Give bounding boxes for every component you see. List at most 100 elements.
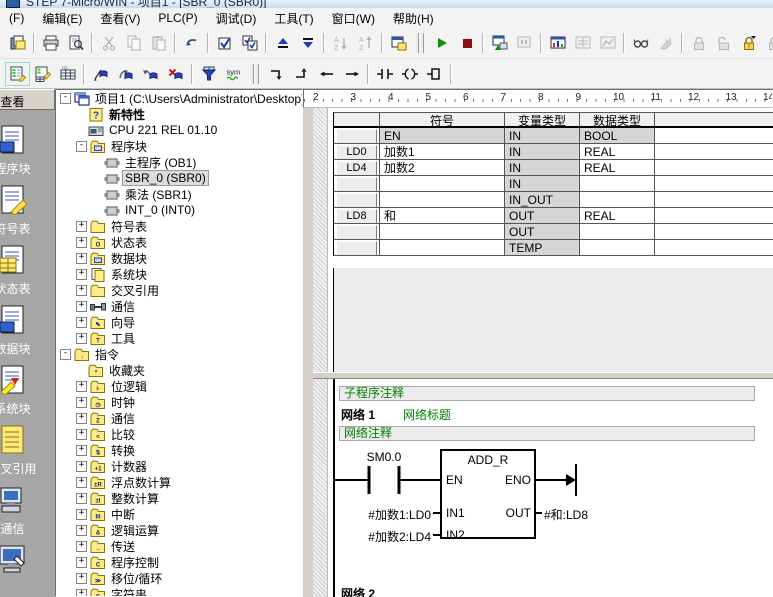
- symbol-cell[interactable]: 加数2: [380, 160, 505, 176]
- symbol-cell[interactable]: 加数1: [380, 144, 505, 160]
- navbar-item-程序块[interactable]: 程序块: [0, 124, 55, 177]
- tree-expand-plus[interactable]: +: [76, 589, 87, 597]
- pen-2-button[interactable]: [113, 62, 138, 86]
- tree-expand-plus[interactable]: +: [76, 413, 87, 424]
- subroutine-comment[interactable]: 子程序注释: [339, 386, 755, 401]
- symbol-cell[interactable]: [380, 176, 505, 192]
- in1-operand[interactable]: #加数1:LD0: [337, 506, 431, 523]
- tree-item-主程序[interactable]: 主程序 (OB1): [56, 154, 302, 170]
- data-type-cell[interactable]: [580, 240, 655, 256]
- cut-button[interactable]: [96, 31, 121, 55]
- out-operand[interactable]: #和:LD8: [544, 506, 588, 523]
- tree-item-新特性[interactable]: ?新特性: [56, 106, 302, 122]
- address-cell[interactable]: LD4: [336, 161, 377, 176]
- tree-item-工具[interactable]: +T工具: [56, 330, 302, 346]
- var-type-cell[interactable]: IN: [505, 160, 580, 176]
- menu-item-帮助[interactable]: 帮助(H): [384, 7, 443, 30]
- tree-item-INT_0[interactable]: INT_0 (INT0): [56, 202, 302, 218]
- undo-button[interactable]: [179, 31, 204, 55]
- preview-button[interactable]: [63, 31, 88, 55]
- tree-expand-plus[interactable]: +: [76, 333, 87, 344]
- tree-expand-minus[interactable]: -: [60, 93, 71, 104]
- navbar-item-数据块[interactable]: 数据块: [0, 304, 55, 357]
- symbol-cell[interactable]: 和: [380, 208, 505, 224]
- network-2-label[interactable]: 网络 2: [341, 585, 375, 597]
- data-type-cell[interactable]: BOOL: [580, 128, 655, 144]
- tree-item-交叉引用[interactable]: +交叉引用: [56, 282, 302, 298]
- t3-button[interactable]: +O: [55, 62, 80, 86]
- lock-4-button[interactable]: [761, 31, 773, 55]
- project-tree[interactable]: -项目1 (C:\Users\Administrator\Desktop)?新特…: [55, 89, 303, 597]
- tree-item-通信[interactable]: +通信: [56, 298, 302, 314]
- data-type-cell[interactable]: [580, 224, 655, 240]
- boxop-button[interactable]: [422, 62, 447, 86]
- tree-item-计数器[interactable]: ++1计数器: [56, 458, 302, 474]
- tree-item-向导[interactable]: +✎向导: [56, 314, 302, 330]
- symbol-cell[interactable]: [380, 192, 505, 208]
- stop-button[interactable]: [454, 31, 479, 55]
- tree-item-程序控制[interactable]: +C程序控制: [56, 554, 302, 570]
- var-type-cell[interactable]: OUT: [505, 208, 580, 224]
- tree-expand-plus[interactable]: +: [76, 253, 87, 264]
- pen-button[interactable]: [88, 62, 113, 86]
- lock-3-button[interactable]: T: [736, 31, 761, 55]
- prog-status-2-button[interactable]: [512, 31, 537, 55]
- comment-cell[interactable]: [655, 128, 773, 144]
- data-type-cell[interactable]: REAL: [580, 144, 655, 160]
- toolbar-grip[interactable]: [416, 33, 424, 53]
- tree-item-乘法[interactable]: 乘法 (SBR1): [56, 186, 302, 202]
- contact-operand[interactable]: SM0.0: [359, 450, 409, 464]
- tree-item-整数计算[interactable]: +±I整数计算: [56, 490, 302, 506]
- tree-item-位逻辑[interactable]: +⊦位逻辑: [56, 378, 302, 394]
- box-title[interactable]: ADD_R: [441, 453, 535, 467]
- navbar-item-状态表[interactable]: 状态表: [0, 244, 55, 297]
- open-button[interactable]: [5, 31, 30, 55]
- tree-item-转换[interactable]: +⇅转换: [56, 442, 302, 458]
- navbar-item-系统块[interactable]: 系统块: [0, 364, 55, 417]
- tree-expand-minus[interactable]: -: [60, 349, 71, 360]
- tree-expand-plus[interactable]: +: [76, 381, 87, 392]
- tree-item-移位/循环[interactable]: +≫移位/循环: [56, 570, 302, 586]
- tree-expand-minus[interactable]: -: [76, 141, 87, 152]
- comment-cell[interactable]: [655, 144, 773, 160]
- symbol-cell[interactable]: EN: [380, 128, 505, 144]
- tree-expand-plus[interactable]: +: [76, 509, 87, 520]
- tree-expand-plus[interactable]: +: [76, 317, 87, 328]
- navbar-item-bottom[interactable]: [0, 544, 55, 580]
- comment-cell[interactable]: [655, 160, 773, 176]
- navbar-item-符号表[interactable]: 符号表: [0, 184, 55, 237]
- in2-operand[interactable]: #加数2:LD4: [337, 528, 431, 545]
- tree-expand-plus[interactable]: +: [76, 573, 87, 584]
- sym-button[interactable]: sym: [221, 62, 246, 86]
- download-button[interactable]: [295, 31, 320, 55]
- navbar-item-通信[interactable]: 通信: [0, 484, 55, 537]
- navbar-item-交叉引用[interactable]: 交叉引用: [0, 424, 55, 477]
- tree-expand-plus[interactable]: +: [76, 461, 87, 472]
- line-left-button[interactable]: [314, 62, 339, 86]
- menu-item-编辑[interactable]: 编辑(E): [33, 7, 91, 30]
- address-cell[interactable]: [336, 177, 377, 192]
- sort-desc-button[interactable]: AZ: [328, 31, 353, 55]
- chart-button[interactable]: [545, 31, 570, 55]
- copy-button[interactable]: [121, 31, 146, 55]
- tree-item-状态表[interactable]: +O状态表: [56, 234, 302, 250]
- menu-item-窗口[interactable]: 窗口(W): [323, 7, 384, 30]
- tree-expand-plus[interactable]: +: [76, 285, 87, 296]
- variable-table[interactable]: 符号变量类型数据类型ENINBOOLLD0加数1INREALLD4加数2INRE…: [333, 112, 773, 256]
- print-button[interactable]: [38, 31, 63, 55]
- tree-item-项目1[interactable]: -项目1 (C:\Users\Administrator\Desktop): [56, 90, 302, 106]
- comment-cell[interactable]: [655, 208, 773, 224]
- pen-3-button[interactable]: [138, 62, 163, 86]
- network-comment[interactable]: 网络注释: [339, 426, 755, 441]
- tree-item-数据块[interactable]: +数据块: [56, 250, 302, 266]
- contact-button[interactable]: [372, 62, 397, 86]
- tree-expand-plus[interactable]: +: [76, 397, 87, 408]
- tree-expand-plus[interactable]: +: [76, 477, 87, 488]
- t2-button[interactable]: [30, 62, 55, 86]
- tree-expand-plus[interactable]: +: [76, 493, 87, 504]
- tree-item-中断[interactable]: +III中断: [56, 506, 302, 522]
- var-type-cell[interactable]: IN: [505, 176, 580, 192]
- tree-item-比较[interactable]: +<比较: [56, 426, 302, 442]
- comment-cell[interactable]: [655, 192, 773, 208]
- tree-item-时钟[interactable]: +◷时钟: [56, 394, 302, 410]
